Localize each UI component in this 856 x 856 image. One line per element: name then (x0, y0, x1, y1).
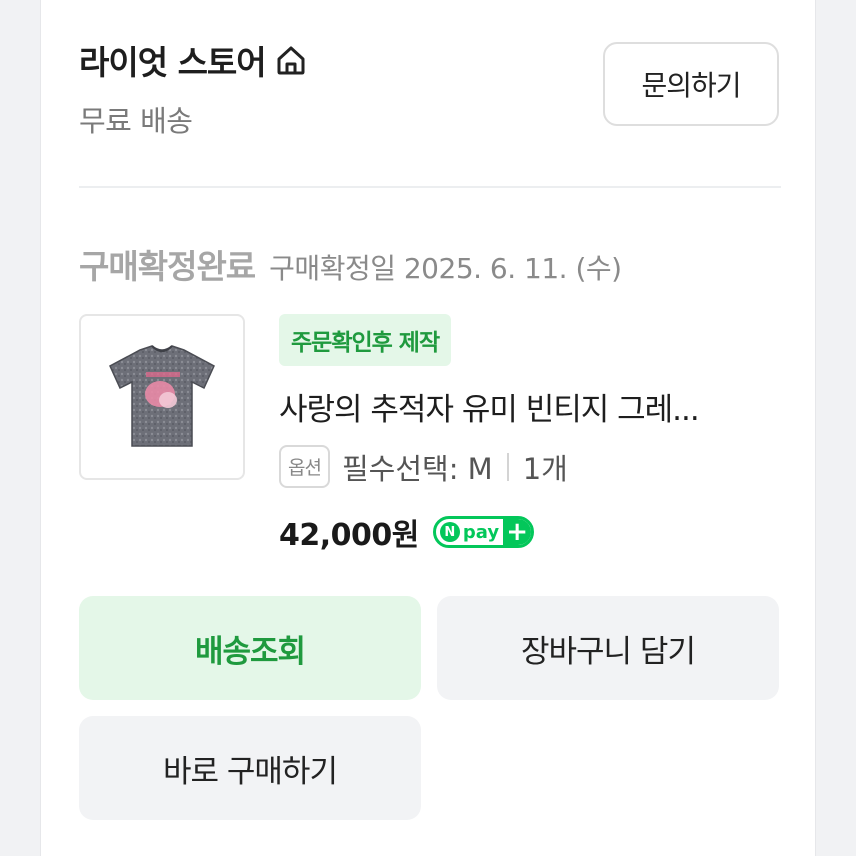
order-status-row: 구매확정완료 구매확정일 2025. 6. 11. (수) (79, 240, 622, 288)
order-card: 라이엇 스토어 무료 배송 문의하기 구매확정완료 구매확정일 2025. 6.… (40, 0, 816, 856)
home-icon[interactable] (274, 43, 308, 77)
option-badge: 옵션 (279, 445, 330, 488)
order-status: 구매확정완료 (79, 247, 256, 286)
track-delivery-button[interactable]: 배송조회 (79, 596, 421, 700)
product-info: 주문확인후 제작 사랑의 추적자 유미 빈티지 그레... 옵션 필수선택: M… (279, 314, 779, 554)
store-header: 라이엇 스토어 무료 배송 문의하기 (79, 36, 779, 146)
add-to-cart-button[interactable]: 장바구니 담기 (437, 596, 779, 700)
made-to-order-tag: 주문확인후 제작 (279, 314, 452, 366)
product-name[interactable]: 사랑의 추적자 유미 빈티지 그레... (279, 384, 759, 429)
price: 42,000원 (279, 518, 419, 553)
tshirt-image (109, 345, 215, 447)
quantity: 1개 (522, 451, 568, 486)
npay-plus-badge: N pay + (432, 516, 535, 548)
option-separator (506, 452, 509, 481)
inquiry-button[interactable]: 문의하기 (603, 42, 779, 126)
store-name[interactable]: 라이엇 스토어 (79, 36, 267, 84)
confirm-date: 구매확정일 2025. 6. 11. (수) (269, 252, 622, 285)
option-text: 필수선택: M (341, 451, 493, 486)
option-row: 옵션 필수선택: M 1개 (279, 445, 779, 488)
product-thumbnail[interactable] (79, 314, 245, 480)
npay-n-icon: N (439, 522, 460, 542)
price-row: 42,000원 N pay + (279, 510, 779, 554)
plus-icon: + (503, 519, 532, 545)
divider (79, 186, 781, 188)
buy-now-button[interactable]: 바로 구매하기 (79, 716, 421, 820)
npay-label: pay (462, 521, 500, 543)
